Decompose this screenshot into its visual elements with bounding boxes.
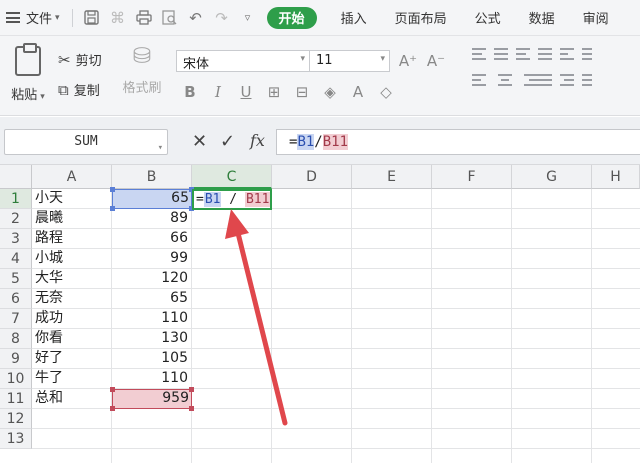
merge-icon[interactable]: ⊟ xyxy=(290,80,314,104)
font-format-row: B I U ⊞ ⊟ ◈ A ◇ xyxy=(178,80,402,104)
name-box-value: SUM xyxy=(74,134,98,149)
tab-home[interactable]: 开始 xyxy=(266,6,317,29)
name-box[interactable]: SUM ▾ xyxy=(4,129,168,155)
annotation-arrow xyxy=(225,209,288,426)
border-icon[interactable]: ⊞ xyxy=(262,80,286,104)
indent-icon[interactable] xyxy=(560,74,582,86)
align-center-icon[interactable] xyxy=(494,74,516,86)
print-icon[interactable] xyxy=(133,7,155,29)
align-justify-icon[interactable] xyxy=(538,48,560,60)
file-menu-label: 文件 xyxy=(26,12,53,27)
italic-icon[interactable]: I xyxy=(206,80,230,104)
align-right-icon[interactable] xyxy=(516,74,538,86)
align-middle-icon[interactable] xyxy=(494,48,516,60)
wrap-text-icon[interactable] xyxy=(560,48,582,60)
bold-icon[interactable]: B xyxy=(178,80,202,104)
formula-bar: SUM ▾ ✕ ✓ fx =B1/B11 xyxy=(0,117,640,165)
chevron-down-icon: ▾ xyxy=(380,54,385,64)
redo-icon[interactable]: ↷ xyxy=(211,7,233,29)
copy-label: 复制 xyxy=(73,84,100,99)
menu-bar: 文件 ▾ ⌘ ↶ ↷ ▿ 开始 插入 页面布局 公式 数据 审阅 xyxy=(0,0,640,36)
font-color-icon[interactable]: A xyxy=(346,80,370,104)
formula-ref-b11: B11 xyxy=(322,134,349,150)
chevron-down-icon: ▾ xyxy=(55,12,60,23)
copy-icon: ⧉ xyxy=(58,80,69,99)
paste-button[interactable]: 粘贴 ▾ xyxy=(8,43,48,106)
formula-input[interactable]: =B1/B11 xyxy=(276,129,640,155)
save-icon[interactable] xyxy=(81,7,103,29)
spreadsheet-grid: A B C D E F G H 1 2 3 4 5 6 7 8 9 10 11 … xyxy=(0,165,640,463)
font-name-select[interactable]: 宋体 ▾ xyxy=(176,50,310,72)
font-size-value: 11 xyxy=(316,53,333,68)
text-direction-icon[interactable] xyxy=(582,48,604,60)
format-painter-icon[interactable]: ⌘ xyxy=(107,7,129,29)
cancel-icon[interactable]: ✕ xyxy=(192,131,207,152)
tab-page-layout[interactable]: 页面布局 xyxy=(381,0,461,36)
format-painter-button[interactable]: ⛁ 格式刷 xyxy=(122,44,162,96)
menu-icon xyxy=(6,12,20,23)
paste-label: 粘贴 xyxy=(11,88,38,103)
scissors-icon: ✂ xyxy=(58,50,71,69)
tab-data[interactable]: 数据 xyxy=(515,0,569,36)
increase-font-icon[interactable]: A⁺ xyxy=(396,49,420,73)
paste-icon xyxy=(15,43,41,76)
chevron-down-icon: ▾ xyxy=(157,143,163,153)
cut-button[interactable]: ✂ 剪切 xyxy=(58,50,102,70)
decrease-font-icon[interactable]: A⁻ xyxy=(424,49,448,73)
confirm-icon[interactable]: ✓ xyxy=(220,131,235,152)
tab-formulas[interactable]: 公式 xyxy=(461,0,515,36)
clear-format-icon[interactable]: ◇ xyxy=(374,80,398,104)
align-top-icon[interactable] xyxy=(472,48,494,60)
copy-button[interactable]: ⧉ 复制 xyxy=(58,80,100,100)
underline-icon[interactable]: U xyxy=(234,80,258,104)
align-left-icon[interactable] xyxy=(472,74,494,86)
customize-quick-access-icon[interactable]: ▿ xyxy=(237,7,259,29)
outdent-icon[interactable] xyxy=(582,74,604,86)
paintbrush-icon: ⛁ xyxy=(132,44,152,69)
file-menu[interactable]: 文件 ▾ xyxy=(0,0,66,36)
tab-review[interactable]: 审阅 xyxy=(569,0,609,36)
menu-separator xyxy=(71,8,73,27)
print-preview-icon[interactable] xyxy=(159,7,181,29)
tab-insert[interactable]: 插入 xyxy=(327,0,381,36)
formula-operator: / xyxy=(314,134,323,150)
font-size-select[interactable]: 11 ▾ xyxy=(310,50,390,72)
font-name-value: 宋体 xyxy=(183,57,210,72)
cut-label: 剪切 xyxy=(75,54,102,69)
chevron-down-icon: ▾ xyxy=(300,54,305,64)
undo-icon[interactable]: ↶ xyxy=(185,7,207,29)
formula-ref-b1: B1 xyxy=(297,134,315,150)
ribbon-home: 粘贴 ▾ ✂ 剪切 ⧉ 复制 ⛁ 格式刷 宋体 ▾ 11 ▾ A⁺ A⁻ B I … xyxy=(0,36,640,116)
align-bottom-icon[interactable] xyxy=(516,48,538,60)
format-painter-label: 格式刷 xyxy=(122,81,162,96)
alignment-group xyxy=(472,48,604,86)
fill-color-icon[interactable]: ◈ xyxy=(318,80,342,104)
distributed-icon[interactable] xyxy=(538,74,560,86)
insert-function-icon[interactable]: fx xyxy=(250,131,265,150)
